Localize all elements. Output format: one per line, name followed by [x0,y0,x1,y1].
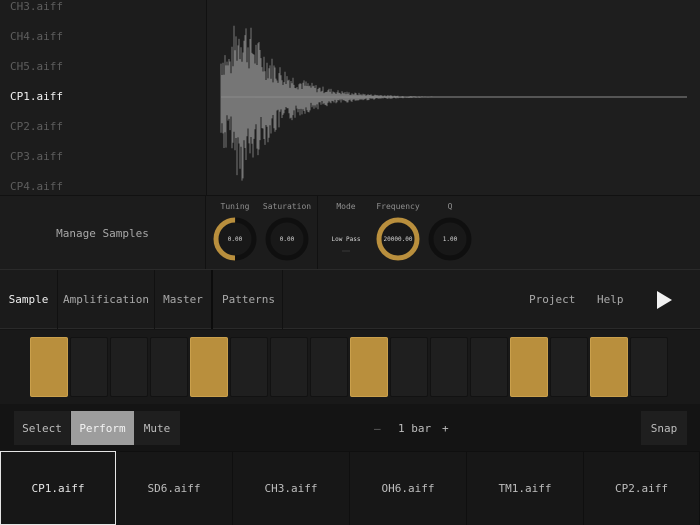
frequency-value: 20000.00 [383,236,413,243]
frequency-label: Frequency [376,202,420,211]
mode-indicator [342,250,350,252]
sample-item[interactable]: CP3.aiff [10,150,63,163]
step[interactable] [310,337,348,397]
step[interactable] [230,337,268,397]
track-button[interactable]: OH6.aiff [350,451,467,525]
mode-selector[interactable]: Low Pass [323,216,369,262]
play-button[interactable] [652,270,676,329]
frequency-knob[interactable]: 20000.00 [375,216,421,262]
waveform-display[interactable] [206,0,700,195]
mode-value: Low Pass [331,236,361,243]
waveform-trace [220,25,521,181]
step-active[interactable] [30,337,68,397]
sample-list: CH3.aiff CH4.aiff CH5.aiff CP1.aiff CP2.… [0,0,206,195]
track-selector: CP1.aiff SD6.aiff CH3.aiff OH6.aiff TM1.… [0,451,700,525]
bar-increment-button[interactable]: + [442,411,449,445]
track-button[interactable]: SD6.aiff [116,451,233,525]
perform-button[interactable]: Perform [71,411,134,445]
step[interactable] [390,337,428,397]
tab-sample[interactable]: Sample [0,270,58,329]
track-button[interactable]: CP1.aiff [0,451,116,525]
saturation-knob[interactable]: 0.00 [264,216,310,262]
saturation-value: 0.00 [279,236,295,243]
select-button[interactable]: Select [14,411,70,445]
sample-item[interactable]: CP2.aiff [10,120,63,133]
track-button[interactable]: CH3.aiff [233,451,350,525]
help-link[interactable]: Help [597,270,624,329]
step[interactable] [70,337,108,397]
sample-item[interactable]: CH4.aiff [10,30,63,43]
tab-amplification[interactable]: Amplification [58,270,155,329]
track-button[interactable]: TM1.aiff [467,451,584,525]
saturation-label: Saturation [262,202,312,211]
step[interactable] [550,337,588,397]
tab-patterns[interactable]: Patterns [215,270,283,329]
track-button[interactable]: CP2.aiff [584,451,700,525]
q-knob[interactable]: 1.00 [427,216,473,262]
step-active[interactable] [590,337,628,397]
tuning-label: Tuning [220,202,250,211]
bar-length-value: 1 bar [398,421,432,435]
bar-decrement-button[interactable]: – [374,411,381,445]
sample-item[interactable]: CH5.aiff [10,60,63,73]
mute-button[interactable]: Mute [134,411,180,445]
tab-master[interactable]: Master [155,270,213,329]
mode-label: Mode [336,202,356,211]
sequencer-controls: Select Perform Mute – 1 bar + Snap [0,404,700,452]
step[interactable] [110,337,148,397]
sample-item[interactable]: CP4.aiff [10,180,63,193]
step-sequencer [0,330,700,404]
manage-samples-button[interactable]: Manage Samples [0,196,206,270]
sample-item-selected[interactable]: CP1.aiff [10,90,63,103]
step-active[interactable] [190,337,228,397]
tuning-knob[interactable]: 0.00 [212,216,258,262]
q-value: 1.00 [442,236,458,243]
step[interactable] [150,337,188,397]
step[interactable] [270,337,308,397]
step[interactable] [630,337,668,397]
tuning-value: 0.00 [227,236,243,243]
tab-bar: Sample Amplification Master Patterns Pro… [0,269,700,329]
step[interactable] [430,337,468,397]
step-active[interactable] [350,337,388,397]
sample-item[interactable]: CH3.aiff [10,0,63,13]
play-icon [657,290,672,309]
waveform [220,25,687,181]
q-label: Q [447,202,453,211]
snap-button[interactable]: Snap [641,411,687,445]
project-link[interactable]: Project [529,270,575,329]
step-active[interactable] [510,337,548,397]
step[interactable] [470,337,508,397]
sample-parameters: Manage Samples Tuning 0.00 Saturation 0.… [0,195,700,270]
